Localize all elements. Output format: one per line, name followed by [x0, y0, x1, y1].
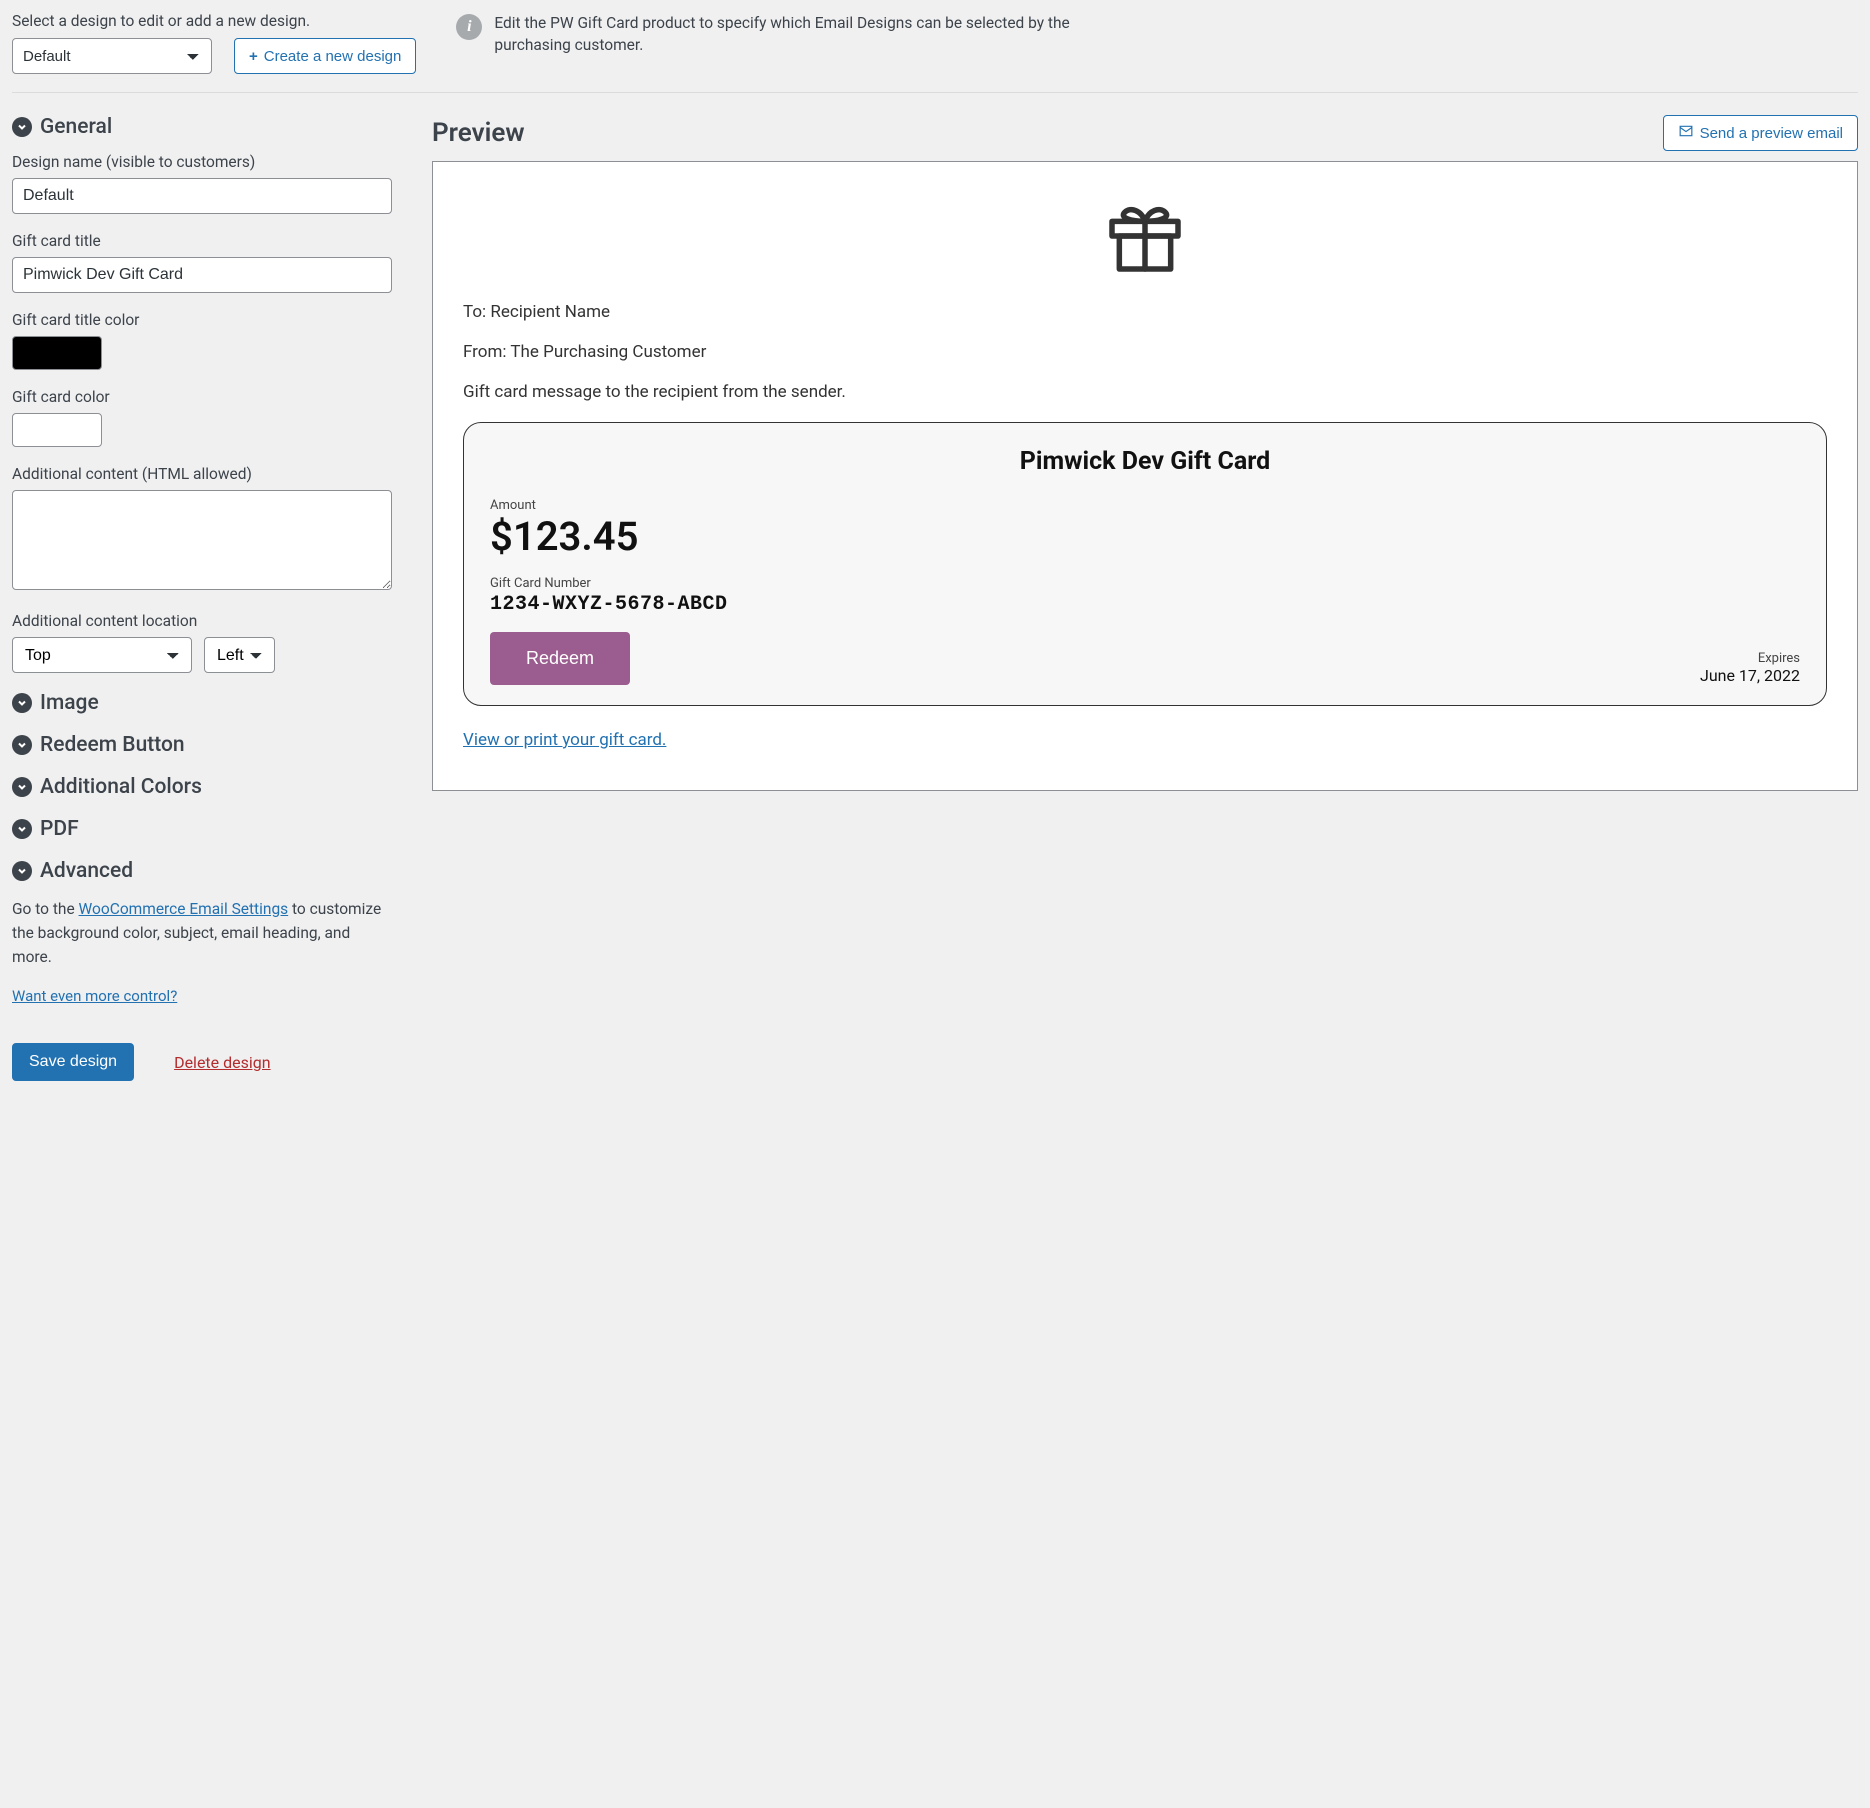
create-design-button[interactable]: + Create a new design [234, 38, 416, 74]
title-color-swatch[interactable] [12, 336, 102, 370]
view-print-link[interactable]: View or print your gift card. [463, 730, 666, 750]
helper-text: Go to the WooCommerce Email Settings to … [12, 897, 392, 969]
preview-to: To: Recipient Name [463, 302, 1827, 322]
number-label: Gift Card Number [490, 576, 1800, 591]
info-block: i Edit the PW Gift Card product to speci… [456, 12, 1858, 57]
design-selector-block: Select a design to edit or add a new des… [12, 12, 416, 74]
location-vertical-select[interactable]: Top [12, 637, 192, 673]
section-image-label: Image [40, 691, 99, 715]
preview-from: From: The Purchasing Customer [463, 342, 1827, 362]
send-preview-label: Send a preview email [1700, 125, 1843, 142]
expires-block: Expires June 17, 2022 [1700, 651, 1800, 685]
main-columns: General Design name (visible to customer… [12, 115, 1858, 1081]
save-row: Save design Delete design [12, 1043, 392, 1081]
additional-content-textarea[interactable] [12, 490, 392, 590]
additional-location-field: Additional content location Top Left [12, 612, 392, 673]
additional-content-label: Additional content (HTML allowed) [12, 465, 392, 483]
expires-date: June 17, 2022 [1700, 666, 1800, 685]
save-design-button[interactable]: Save design [12, 1043, 134, 1081]
title-color-field: Gift card title color [12, 311, 392, 370]
gift-card-title-input[interactable] [12, 257, 392, 293]
section-pdf-label: PDF [40, 817, 79, 841]
top-bar: Select a design to edit or add a new des… [12, 12, 1858, 93]
expires-label: Expires [1700, 651, 1800, 666]
section-colors-label: Additional Colors [40, 775, 202, 799]
redeem-button[interactable]: Redeem [490, 632, 630, 685]
section-advanced[interactable]: Advanced [12, 859, 392, 883]
section-advanced-label: Advanced [40, 859, 133, 883]
card-title: Pimwick Dev Gift Card [490, 447, 1800, 476]
info-icon: i [456, 14, 482, 40]
create-design-label: Create a new design [264, 48, 402, 65]
gift-card-number: 1234-WXYZ-5678-ABCD [490, 593, 1800, 616]
chevron-down-icon [12, 777, 32, 797]
card-color-label: Gift card color [12, 388, 392, 406]
plus-icon: + [249, 48, 258, 65]
design-name-label: Design name (visible to customers) [12, 153, 392, 171]
title-color-label: Gift card title color [12, 311, 392, 329]
additional-location-label: Additional content location [12, 612, 392, 630]
info-text: Edit the PW Gift Card product to specify… [494, 12, 1074, 57]
section-additional-colors[interactable]: Additional Colors [12, 775, 392, 799]
preview-title: Preview [432, 118, 525, 148]
section-general[interactable]: General [12, 115, 392, 139]
gift-icon [463, 192, 1827, 280]
preview-message: Gift card message to the recipient from … [463, 382, 1827, 402]
location-horizontal-select[interactable]: Left [204, 637, 275, 673]
delete-design-link[interactable]: Delete design [174, 1053, 271, 1072]
preview-header: Preview Send a preview email [432, 115, 1858, 151]
section-redeem-button[interactable]: Redeem Button [12, 733, 392, 757]
more-control-link[interactable]: Want even more control? [12, 987, 177, 1005]
card-footer: Redeem Expires June 17, 2022 [490, 632, 1800, 685]
gift-card-title-field: Gift card title [12, 232, 392, 293]
amount-label: Amount [490, 498, 1800, 513]
chevron-down-icon [12, 117, 32, 137]
design-name-field: Design name (visible to customers) [12, 153, 392, 214]
section-redeem-label: Redeem Button [40, 733, 185, 757]
chevron-down-icon [12, 819, 32, 839]
chevron-down-icon [12, 861, 32, 881]
helper-prefix: Go to the [12, 900, 79, 918]
send-preview-button[interactable]: Send a preview email [1663, 115, 1858, 151]
design-name-input[interactable] [12, 178, 392, 214]
section-image[interactable]: Image [12, 691, 392, 715]
card-color-field: Gift card color [12, 388, 392, 447]
woocommerce-settings-link[interactable]: WooCommerce Email Settings [79, 900, 289, 918]
select-row: Default + Create a new design [12, 38, 416, 74]
amount-value: $123.45 [490, 513, 1800, 560]
gift-card-title-label: Gift card title [12, 232, 392, 250]
select-design-label: Select a design to edit or add a new des… [12, 12, 416, 30]
section-general-label: General [40, 115, 112, 139]
preview-frame: To: Recipient Name From: The Purchasing … [432, 161, 1858, 791]
view-print-block: View or print your gift card. [463, 730, 1827, 750]
design-select[interactable]: Default [12, 38, 212, 74]
card-color-swatch[interactable] [12, 413, 102, 447]
preview-column: Preview Send a preview email To: Recipie… [432, 115, 1858, 1081]
chevron-down-icon [12, 693, 32, 713]
gift-card-preview: Pimwick Dev Gift Card Amount $123.45 Gif… [463, 422, 1827, 706]
additional-content-field: Additional content (HTML allowed) [12, 465, 392, 594]
envelope-icon [1678, 124, 1694, 142]
section-pdf[interactable]: PDF [12, 817, 392, 841]
chevron-down-icon [12, 735, 32, 755]
settings-column: General Design name (visible to customer… [12, 115, 392, 1081]
